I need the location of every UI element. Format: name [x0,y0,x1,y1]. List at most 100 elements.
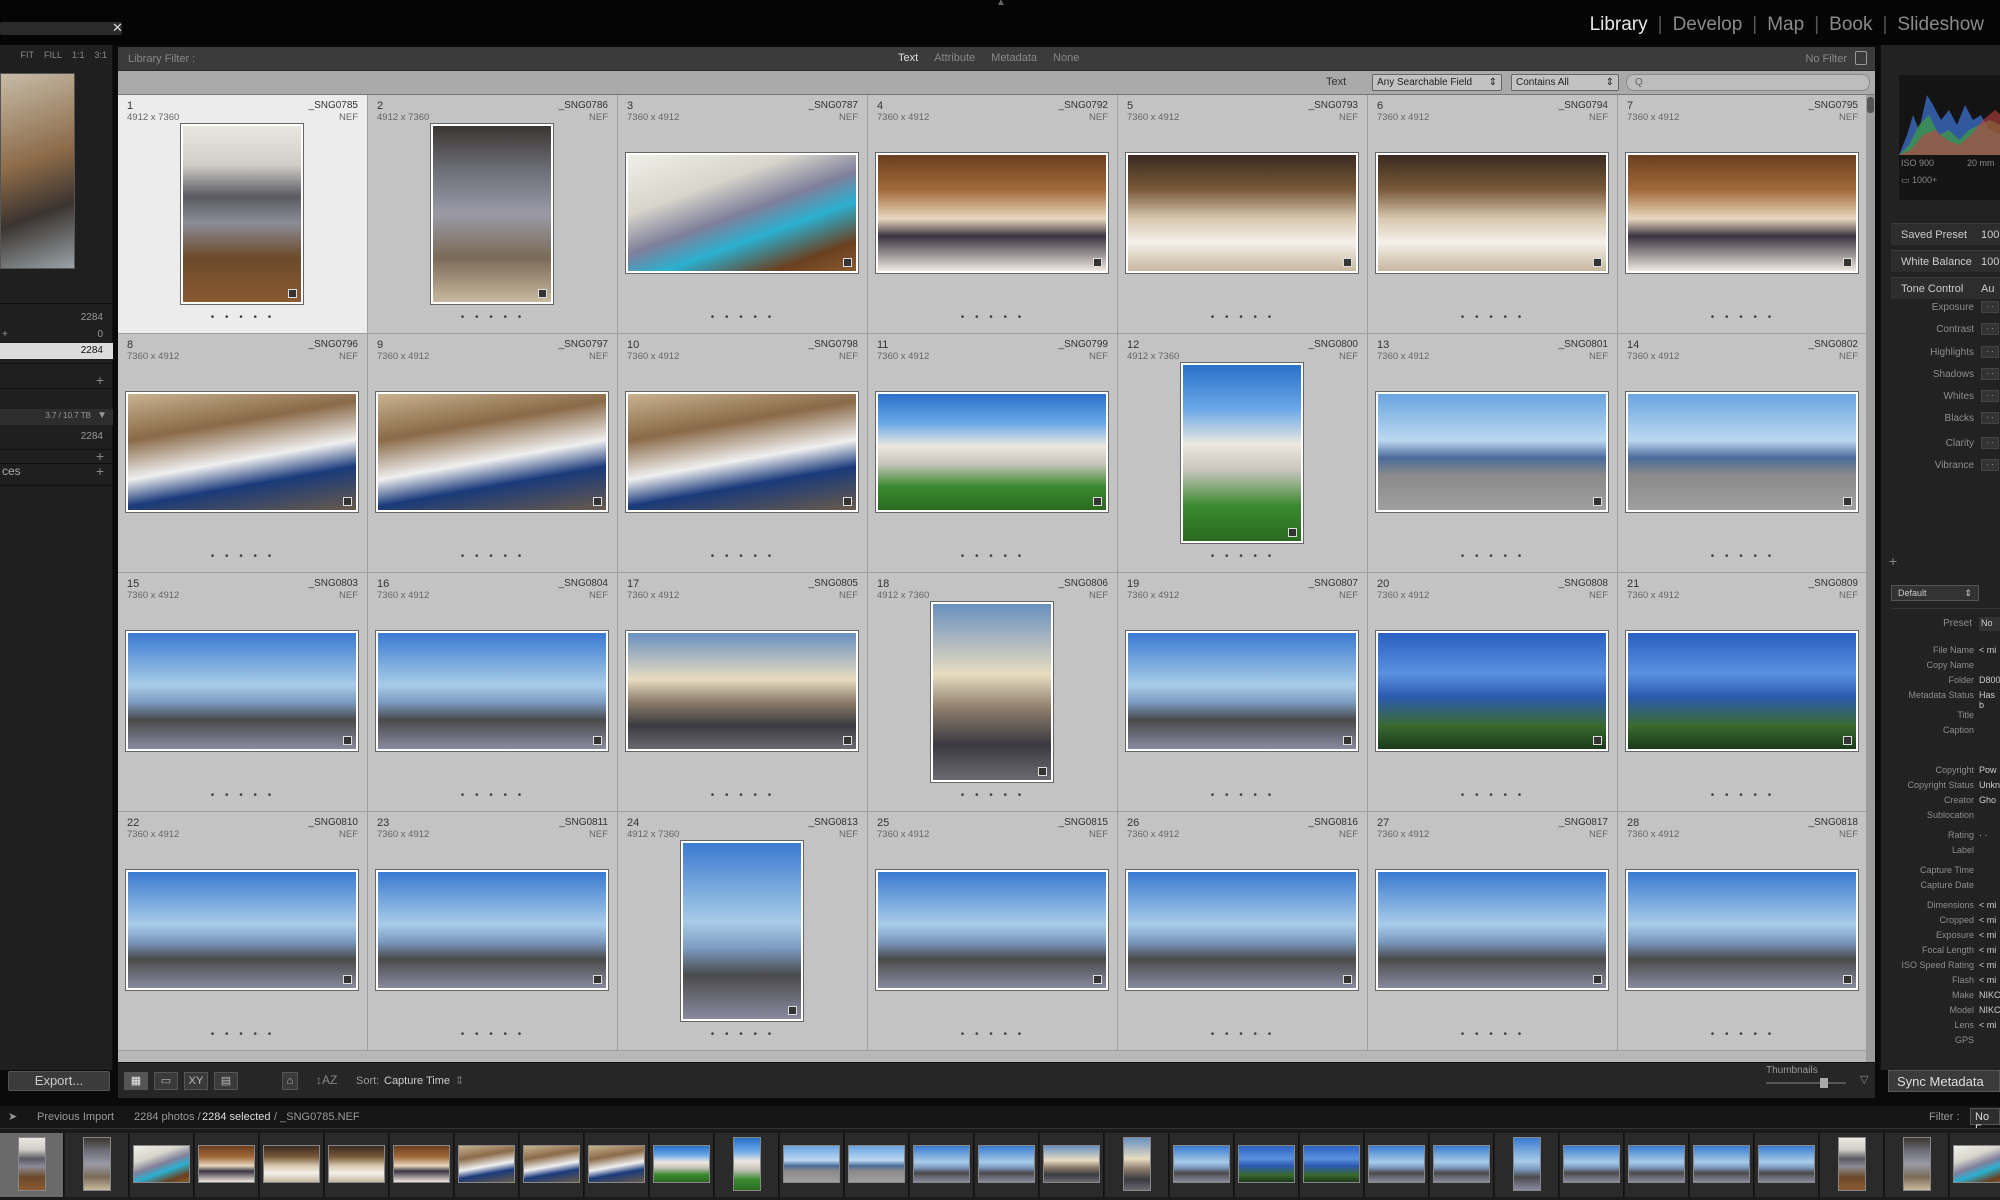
edit-badge-icon[interactable] [593,736,602,745]
edit-badge-icon[interactable] [343,497,352,506]
folder-volume[interactable]: 3.7 / 10.7 TB ▼ [0,409,113,425]
filmstrip-thumbnail[interactable] [1628,1145,1685,1183]
filmstrip-thumbnail[interactable] [1238,1145,1295,1183]
grid-cell[interactable]: 21 7360 x 4912 _SNG0809 NEF • • • • • [1618,573,1868,812]
filter-tab-metadata[interactable]: Metadata [991,52,1037,64]
filmstrip-cell[interactable] [975,1133,1039,1197]
filmstrip-cell[interactable] [325,1133,389,1197]
filmstrip-cell[interactable] [1495,1133,1559,1197]
lock-icon[interactable] [1855,51,1867,65]
filmstrip-cell[interactable] [130,1133,194,1197]
filmstrip-thumbnail[interactable] [1563,1145,1620,1183]
rating-dots[interactable]: • • • • • [618,312,868,323]
catalog-all-photographs[interactable]: 2284 [0,310,113,326]
filmstrip-cell[interactable] [1430,1133,1494,1197]
edit-badge-icon[interactable] [1843,736,1852,745]
grid-cell[interactable]: 2 4912 x 7360 _SNG0786 NEF • • • • • [368,95,618,334]
filmstrip-cell[interactable] [1170,1133,1234,1197]
tone-contrast-stepper[interactable]: · · [1981,323,1999,335]
filmstrip-thumbnail[interactable] [1838,1137,1866,1191]
metadata-value[interactable]: NIKC [1979,990,2000,1000]
rating-dots[interactable]: • • • • • [868,790,1118,801]
photo-thumbnail[interactable] [876,153,1108,273]
sort-direction-icon[interactable]: ↕AZ [316,1073,337,1087]
grid-cell[interactable]: 23 7360 x 4912 _SNG0811 NEF • • • • • [368,812,618,1051]
photo-thumbnail[interactable] [626,153,858,273]
zoom-1-1[interactable]: 1:1 [72,50,85,64]
filmstrip-cell[interactable] [650,1133,714,1197]
grid-cell[interactable]: 27 7360 x 4912 _SNG0817 NEF • • • • • [1368,812,1618,1051]
edit-badge-icon[interactable] [593,975,602,984]
filmstrip-cell[interactable] [1560,1133,1624,1197]
photo-thumbnail[interactable] [1626,870,1858,990]
photo-thumbnail[interactable] [1126,153,1358,273]
edit-badge-icon[interactable] [843,497,852,506]
photo-thumbnail[interactable] [1376,631,1608,751]
rating-dots[interactable]: • • • • • [1118,1029,1368,1040]
filmstrip-thumbnail[interactable] [1433,1145,1490,1183]
rating-dots[interactable]: • • • • • [1368,551,1618,562]
survey-view-icon[interactable]: ▤ [214,1072,238,1090]
plus-icon[interactable]: + [1889,553,1897,569]
rating-dots[interactable]: • • • • • [618,790,868,801]
edit-badge-icon[interactable] [1593,975,1602,984]
edit-badge-icon[interactable] [1593,497,1602,506]
filter-tab-none[interactable]: None [1053,52,1079,64]
rating-dots[interactable]: • • • • • [1118,551,1368,562]
filmstrip-cell[interactable] [455,1133,519,1197]
grid-cell[interactable]: 8 7360 x 4912 _SNG0796 NEF • • • • • [118,334,368,573]
filmstrip-cell[interactable] [1820,1133,1884,1197]
module-book[interactable]: Book [1819,14,1882,36]
filmstrip-cell[interactable] [1040,1133,1104,1197]
grid-cell[interactable]: 17 7360 x 4912 _SNG0805 NEF • • • • • [618,573,868,812]
filmstrip-cell[interactable] [780,1133,844,1197]
filmstrip-thumbnail[interactable] [1758,1145,1815,1183]
photo-thumbnail[interactable] [431,124,553,304]
rating-dots[interactable]: • • • • • [118,1029,368,1040]
filmstrip-cell[interactable] [1950,1133,2000,1197]
filmstrip-cell[interactable] [1885,1133,1949,1197]
filmstrip-cell[interactable] [1625,1133,1689,1197]
rating-dots[interactable]: • • • • • [368,1029,618,1040]
filmstrip-cell[interactable] [1755,1133,1819,1197]
edit-badge-icon[interactable] [538,289,547,298]
edit-badge-icon[interactable] [593,497,602,506]
tone-vibrance-stepper[interactable]: · · [1981,459,1999,471]
edit-badge-icon[interactable] [843,736,852,745]
filmstrip-cell[interactable] [845,1133,909,1197]
edit-badge-icon[interactable] [843,258,852,267]
searchable-field-select[interactable]: Any Searchable Field ⇕ [1372,74,1502,91]
rating-dots[interactable]: • • • • • [368,551,618,562]
grid-cell[interactable]: 16 7360 x 4912 _SNG0804 NEF • • • • • [368,573,618,812]
metadata-value[interactable]: NIKC [1979,1005,2000,1015]
photo-thumbnail[interactable] [376,631,608,751]
rating-dots[interactable]: • • • • • [618,551,868,562]
filmstrip-thumbnail[interactable] [1123,1137,1151,1191]
edit-badge-icon[interactable] [1843,258,1852,267]
slider-knob[interactable] [1819,1078,1828,1088]
photo-thumbnail[interactable] [1626,392,1858,512]
rating-dots[interactable]: • • • • • [368,790,618,801]
loupe-view-icon[interactable]: ▭ [154,1072,178,1090]
photo-thumbnail[interactable] [1626,631,1858,751]
filmstrip-cell[interactable] [195,1133,259,1197]
edit-badge-icon[interactable] [1093,258,1102,267]
grid-cell[interactable]: 14 7360 x 4912 _SNG0802 NEF • • • • • [1618,334,1868,573]
filmstrip-cell[interactable] [1105,1133,1169,1197]
close-icon[interactable]: ✕ [112,20,123,36]
edit-badge-icon[interactable] [1093,497,1102,506]
photo-thumbnail[interactable] [626,631,858,751]
filmstrip-thumbnail[interactable] [263,1145,320,1183]
photo-thumbnail[interactable] [126,870,358,990]
filmstrip-thumbnail[interactable] [523,1145,580,1183]
grid-cell[interactable]: 10 7360 x 4912 _SNG0798 NEF • • • • • [618,334,868,573]
filmstrip-thumbnail[interactable] [733,1137,761,1191]
white-balance-row[interactable]: White Balance 100 [1891,250,2000,272]
filmstrip-thumbnail[interactable] [198,1145,255,1183]
current-file[interactable]: / _SNG0785.NEF [274,1111,360,1123]
chevron-down-icon[interactable]: ▽ [1860,1073,1868,1086]
rating-dots[interactable]: • • • • • [1368,1029,1618,1040]
filmstrip-cell[interactable] [0,1133,64,1197]
rating-dots[interactable]: • • • • • [368,312,618,323]
edit-badge-icon[interactable] [1343,258,1352,267]
